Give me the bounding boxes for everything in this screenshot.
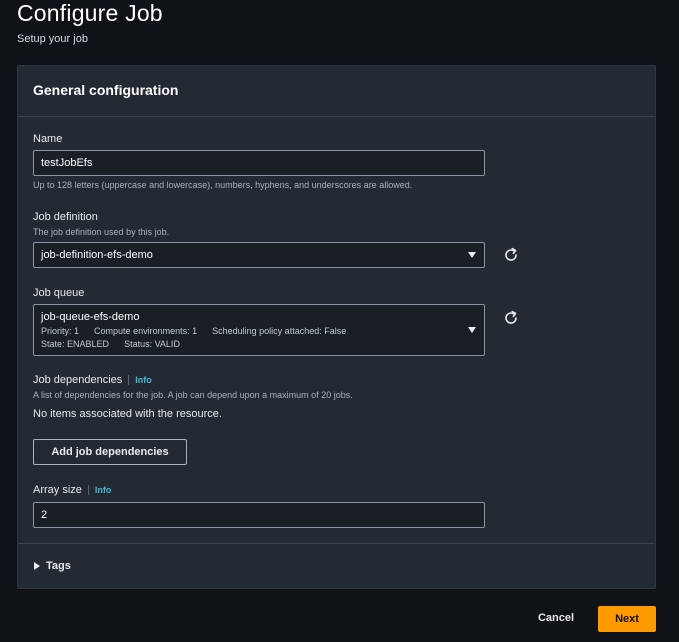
job-dependencies-info-link[interactable]: Info	[128, 375, 152, 385]
array-size-label-row: Array size Info	[33, 484, 112, 496]
job-queue-label: Job queue	[33, 287, 85, 299]
panel-header: General configuration	[18, 66, 655, 117]
array-size-label: Array size	[33, 484, 82, 496]
panel-title: General configuration	[33, 82, 179, 98]
refresh-icon[interactable]	[503, 247, 519, 263]
job-queue-select[interactable]: job-queue-efs-demo Priority: 1 Compute e…	[33, 304, 485, 356]
cancel-button[interactable]: Cancel	[528, 606, 584, 630]
array-size-input[interactable]	[33, 502, 485, 528]
job-definition-label: Job definition	[33, 211, 98, 223]
refresh-icon[interactable]	[503, 310, 519, 326]
page-title: Configure Job	[17, 0, 163, 26]
job-queue-value: job-queue-efs-demo	[41, 311, 140, 323]
tags-section: Tags	[18, 543, 655, 589]
name-hint: Up to 128 letters (uppercase and lowerca…	[33, 180, 413, 190]
job-definition-description: The job definition used by this job.	[33, 227, 170, 237]
tags-expand-toggle[interactable]: Tags	[34, 560, 71, 572]
job-dependencies-empty-text: No items associated with the resource.	[33, 408, 222, 420]
array-size-info-link[interactable]: Info	[87, 485, 112, 495]
caret-down-icon	[468, 327, 476, 333]
caret-down-icon	[468, 252, 476, 258]
job-queue-state: State: ENABLED	[41, 339, 110, 349]
caret-right-icon	[34, 562, 40, 570]
job-definition-value: job-definition-efs-demo	[41, 249, 153, 261]
configure-job-page: Configure Job Setup your job General con…	[0, 0, 679, 642]
general-configuration-panel: General configuration Name Up to 128 let…	[17, 65, 656, 589]
job-definition-select[interactable]: job-definition-efs-demo	[33, 242, 485, 268]
name-label: Name	[33, 133, 63, 145]
name-input[interactable]	[33, 150, 485, 176]
job-queue-scheduling-policy: Scheduling policy attached: False	[212, 326, 347, 336]
job-queue-meta-line-1: Priority: 1 Compute environments: 1 Sche…	[41, 326, 346, 336]
job-queue-status: Status: VALID	[124, 339, 180, 349]
job-dependencies-label: Job dependencies	[33, 374, 123, 386]
job-queue-meta-line-2: State: ENABLED Status: VALID	[41, 339, 180, 349]
job-queue-priority: Priority: 1	[41, 326, 80, 336]
tags-label: Tags	[46, 560, 71, 572]
next-button[interactable]: Next	[598, 606, 656, 632]
job-dependencies-label-row: Job dependencies Info	[33, 374, 152, 386]
job-dependencies-description: A list of dependencies for the job. A jo…	[33, 390, 353, 400]
add-job-dependencies-button[interactable]: Add job dependencies	[33, 439, 187, 465]
page-subtitle: Setup your job	[17, 33, 88, 45]
job-queue-compute-environments: Compute environments: 1	[94, 326, 198, 336]
